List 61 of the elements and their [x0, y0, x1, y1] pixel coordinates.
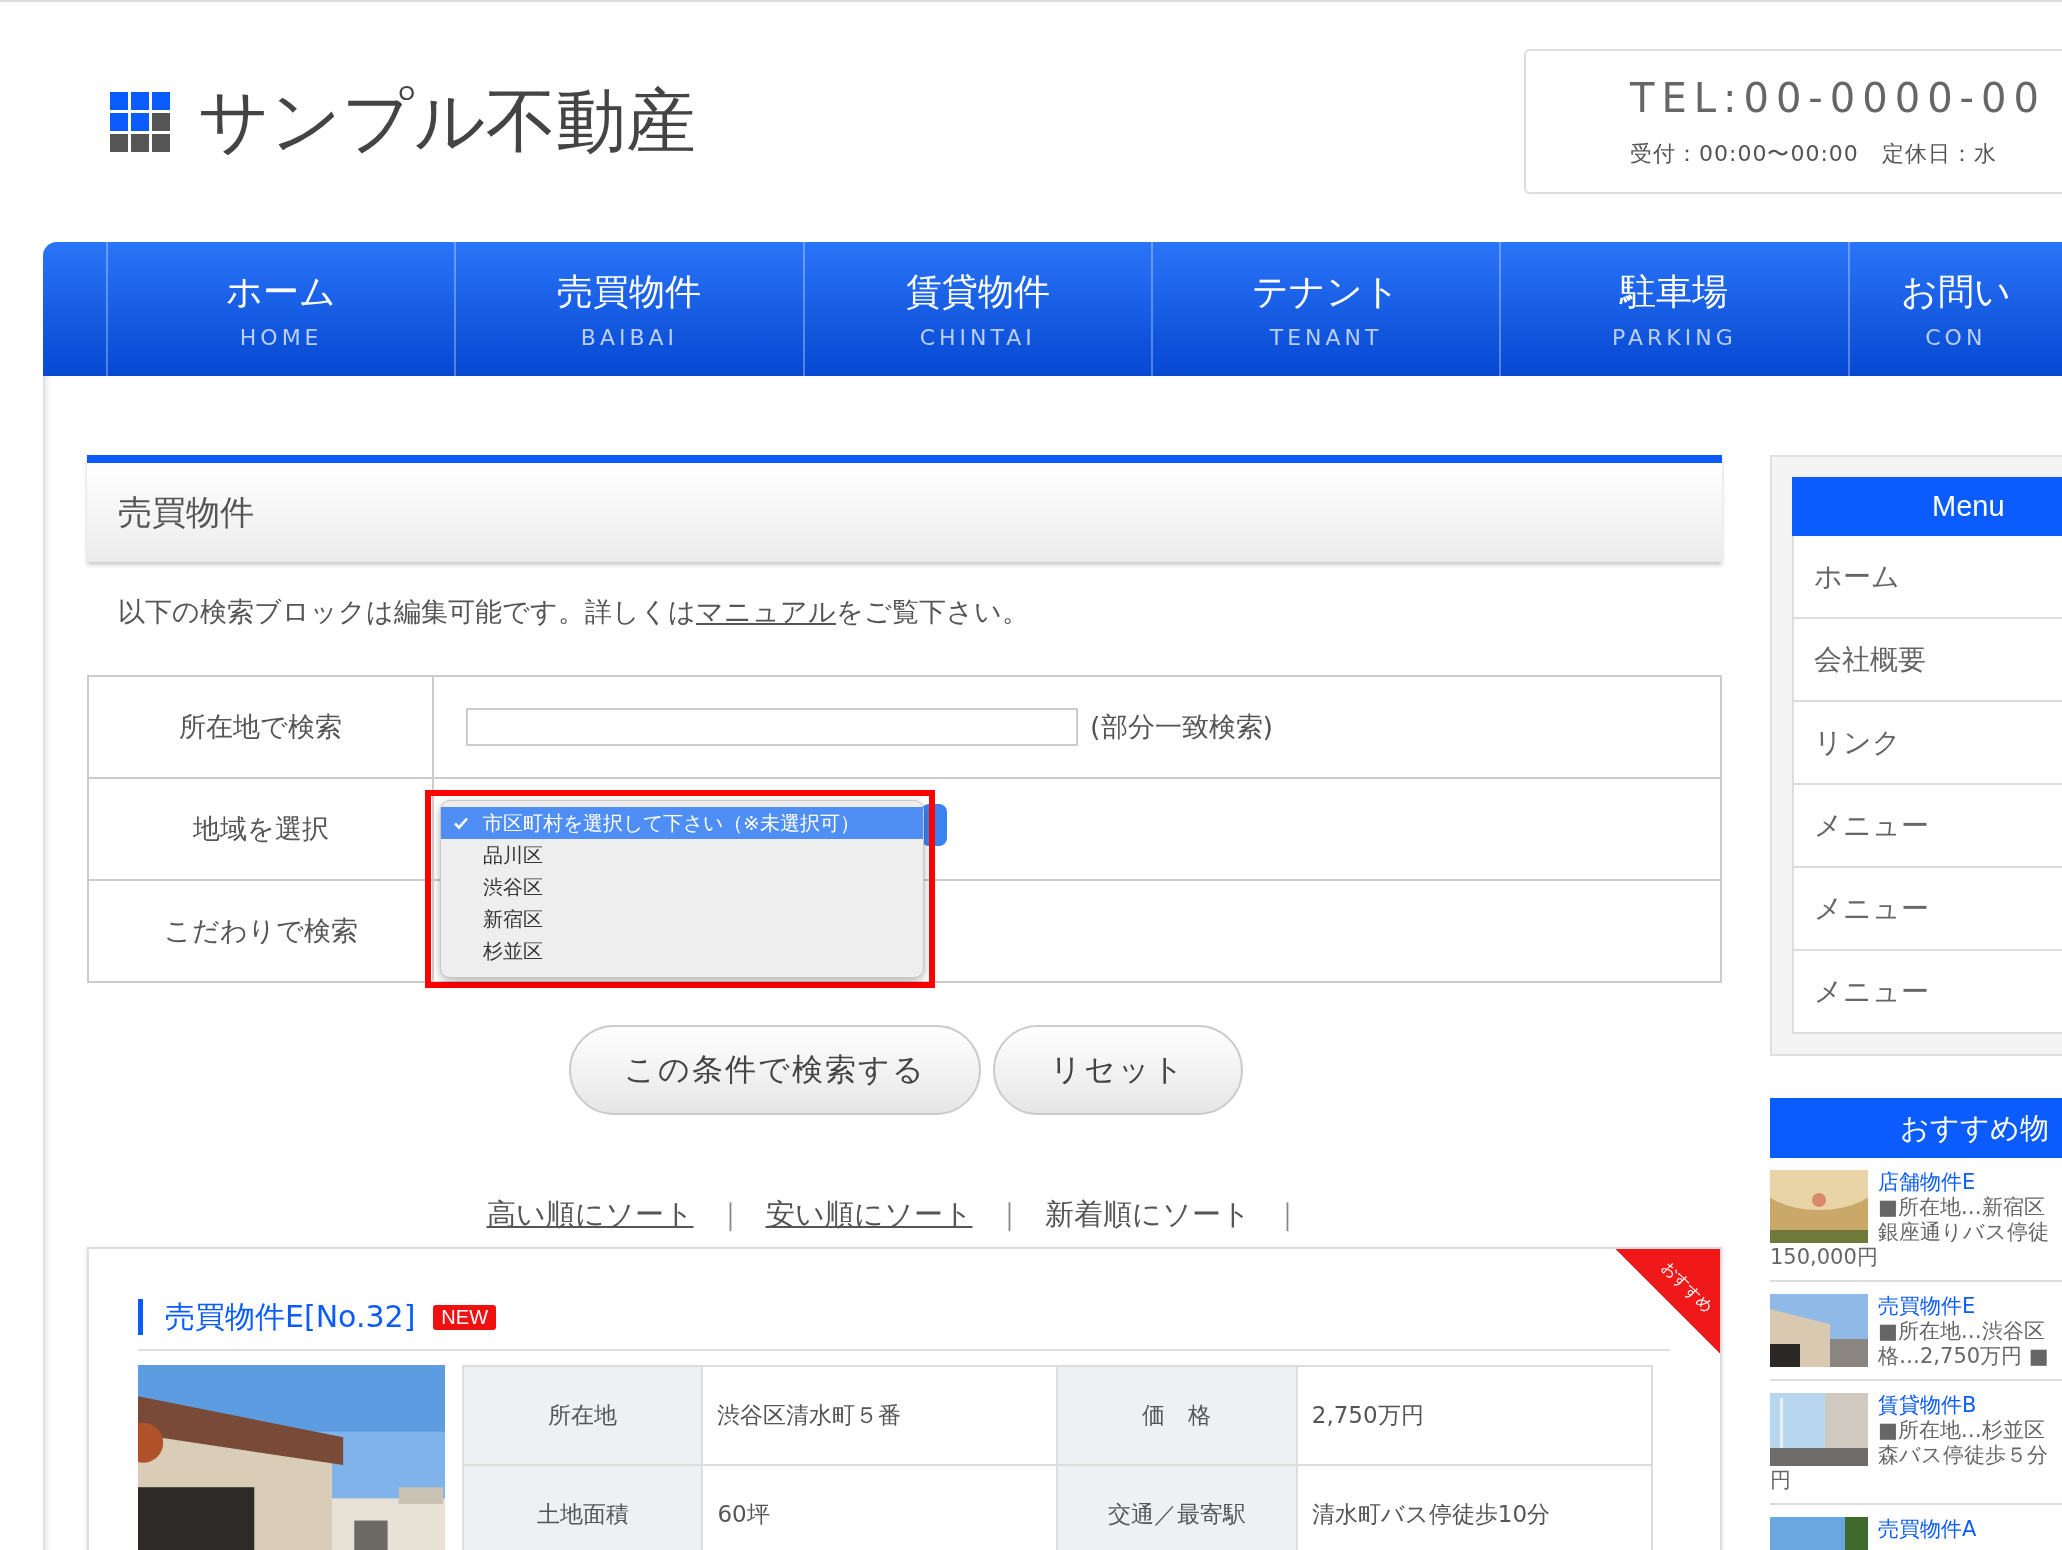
featured-detail: ■所在地…新宿区	[1878, 1195, 2046, 1220]
new-badge: NEW	[433, 1304, 496, 1330]
dropdown-option[interactable]: 渋谷区	[441, 871, 923, 903]
search-button[interactable]: この条件で検索する	[568, 1025, 981, 1115]
table-header-cell: 交通／最寄駅	[1056, 1465, 1297, 1550]
intro-text: 以下の検索ブロックは編集可能です。詳しくはマニュアルをご覧下さい。	[118, 595, 1030, 629]
dropdown-option[interactable]: 品川区	[441, 839, 923, 871]
separator: ｜	[994, 1197, 1023, 1231]
menu-item[interactable]: メニュー	[1792, 785, 2062, 868]
table-cell: 渋谷区清水町５番	[702, 1366, 1057, 1465]
recommended-ribbon: おすすめ	[1616, 1249, 1720, 1353]
listing-title[interactable]: 売買物件E[No.32]	[165, 1296, 416, 1338]
table-cell: 2,750万円	[1296, 1366, 1652, 1465]
featured-detail: 格…2,750万円 ■	[1878, 1344, 2049, 1369]
dropdown-option[interactable]: 杉並区	[441, 935, 923, 967]
search-note: (部分一致検索)	[1090, 711, 1274, 742]
page-heading: 売買物件	[87, 455, 1722, 562]
menu-item[interactable]: ホーム	[1792, 536, 2062, 619]
menu-item[interactable]: メニュー	[1792, 951, 2062, 1034]
phone-number: TEL:00-0000-00	[1630, 75, 2047, 121]
nav-item[interactable]: お問い CON	[1847, 242, 2062, 376]
featured-detail: ■所在地…渋谷区	[1878, 1319, 2046, 1344]
location-input[interactable]	[466, 708, 1078, 746]
search-label: こだわりで検索	[88, 880, 433, 982]
featured-price: 円	[1770, 1468, 1792, 1493]
featured-link[interactable]: 売買物件E	[1878, 1294, 2049, 1319]
menu-item[interactable]: 会社概要	[1792, 619, 2062, 702]
check-icon	[453, 815, 469, 831]
separator: ｜	[1272, 1197, 1301, 1231]
featured-detail: ■所在地…杉並区	[1878, 1418, 2046, 1443]
featured-link[interactable]: 賃貸物件B	[1878, 1393, 2048, 1418]
sort-option[interactable]: 高い順にソート	[486, 1197, 694, 1231]
site-title: サンプル不動産	[198, 78, 696, 164]
reset-button[interactable]: リセット	[992, 1025, 1243, 1115]
separator: ｜	[715, 1197, 744, 1231]
sort-option[interactable]: 安い順にソート	[765, 1197, 973, 1231]
menu-item[interactable]: メニュー	[1792, 868, 2062, 951]
business-hours: 受付：00:00〜00:00 定休日：水	[1630, 140, 1998, 168]
featured-link[interactable]: 店舗物件E	[1878, 1170, 2049, 1195]
grid-logo-icon	[110, 91, 170, 152]
featured-detail: 銀座通りバス停徒	[1878, 1220, 2049, 1245]
manual-link[interactable]: マニュアル	[696, 596, 836, 627]
search-label: 所在地で検索	[88, 676, 433, 778]
nav-item[interactable]: 駐車場 PARKING	[1499, 242, 1848, 376]
featured-price: 150,000円	[1770, 1245, 1879, 1270]
search-label: 地域を選択	[88, 778, 433, 880]
featured-detail: 森バス停徒歩５分	[1878, 1443, 2048, 1468]
featured-link[interactable]: 売買物件A	[1878, 1517, 1977, 1542]
sort-option[interactable]: 新着順にソート	[1044, 1197, 1251, 1231]
featured-title: おすすめ物	[1770, 1098, 2062, 1158]
table-header-cell: 土地面積	[463, 1465, 703, 1550]
table-header-cell: 所在地	[463, 1366, 703, 1465]
nav-item[interactable]: ホーム HOME	[106, 242, 455, 376]
nav-item[interactable]: 賃貸物件 CHINTAI	[802, 242, 1151, 376]
menu-item[interactable]: リンク	[1792, 702, 2062, 785]
table-header-cell: 価 格	[1056, 1366, 1297, 1465]
nav-item[interactable]: テナント TENANT	[1150, 242, 1500, 376]
dropdown-option[interactable]: 市区町村を選択して下さい（※未選択可）	[441, 807, 923, 839]
nav-item[interactable]: 売買物件 BAIBAI	[454, 242, 803, 376]
dropdown-option[interactable]: 新宿区	[441, 903, 923, 935]
menu-title: Menu	[1792, 477, 2062, 536]
